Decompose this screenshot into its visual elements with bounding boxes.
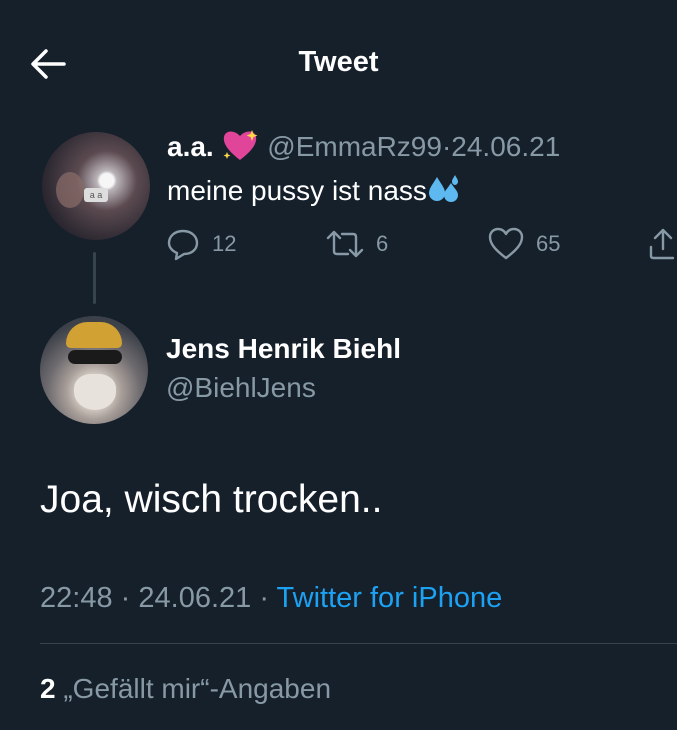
reply-author-handle[interactable]: @BiehlJens: [166, 372, 316, 404]
tweet-timestamp-row: 22:48 · 24.06.21 · Twitter for iPhone: [40, 582, 503, 614]
share-icon: [649, 228, 675, 260]
page-title: Tweet: [298, 46, 379, 78]
reply-tweet-text: Joa, wisch trocken..: [40, 478, 383, 521]
likes-count: 2: [40, 673, 56, 704]
parent-tweet-header: a.a. @EmmaRz99·24.06.21: [167, 128, 560, 169]
thread-connector: [93, 252, 96, 304]
parent-tweet-date: 24.06.21: [451, 130, 561, 162]
parent-author-handle[interactable]: @EmmaRz99: [267, 131, 442, 162]
sweat-droplets-icon: [427, 173, 461, 212]
sparkling-heart-icon: [221, 128, 259, 169]
retweet-icon: [326, 230, 364, 258]
reply-action[interactable]: 12: [166, 226, 236, 262]
share-action[interactable]: [648, 226, 677, 262]
divider: [40, 643, 677, 644]
like-action[interactable]: 65: [488, 226, 560, 262]
likes-summary[interactable]: 2 „Gefällt mir“-Angaben: [40, 673, 331, 705]
likes-label: „Gefällt mir“-Angaben: [63, 673, 332, 704]
reply-author-name[interactable]: Jens Henrik Biehl: [166, 333, 401, 365]
heart-icon: [488, 227, 524, 260]
parent-author-name[interactable]: a.a.: [167, 131, 214, 162]
tweet-source-link[interactable]: Twitter for iPhone: [277, 582, 503, 614]
parent-avatar[interactable]: a a: [42, 132, 150, 240]
tweet-time: 22:48: [40, 582, 113, 614]
retweet-action[interactable]: 6: [326, 226, 388, 262]
reply-count: 12: [212, 231, 237, 256]
parent-tweet-text: meine pussy ist nass: [167, 173, 461, 212]
retweet-count: 6: [376, 231, 389, 256]
phone-case-text: a a: [84, 188, 108, 202]
top-bar: Tweet: [0, 0, 677, 120]
reply-author-avatar[interactable]: [40, 316, 148, 424]
reply-icon: [167, 229, 199, 261]
like-count: 65: [536, 231, 561, 256]
tweet-date: 24.06.21: [138, 582, 252, 614]
